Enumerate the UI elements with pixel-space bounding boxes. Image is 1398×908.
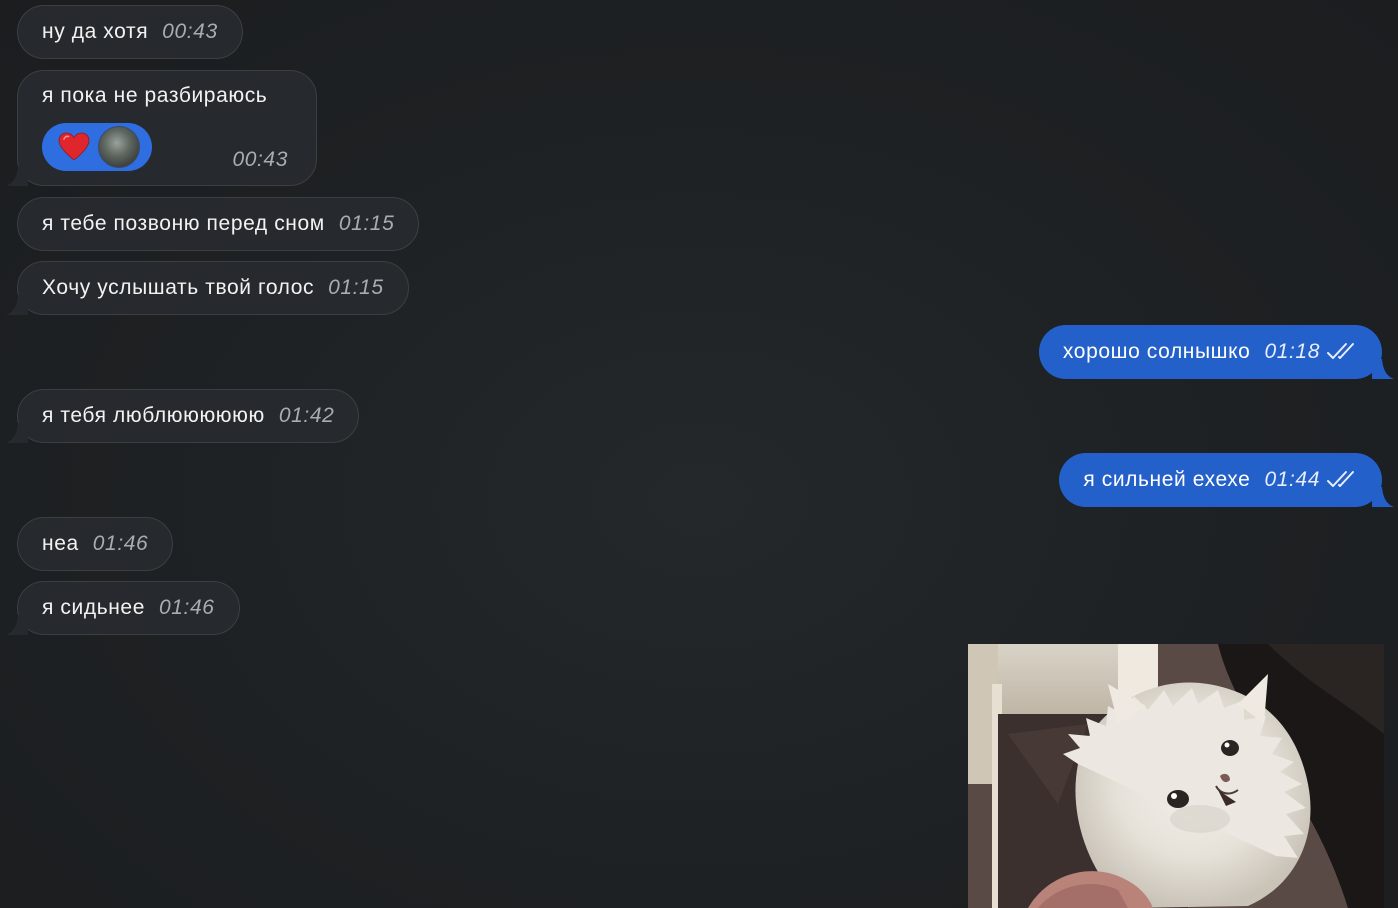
message-time: 01:15 <box>338 212 395 235</box>
kitten-photo <box>968 644 1384 908</box>
message-text: я тебя люблюююююю <box>42 404 265 427</box>
message-text: я пока не разбираюсь <box>42 84 268 107</box>
bubble-tail <box>6 423 28 443</box>
heart-icon <box>58 132 90 161</box>
incoming-message-with-reaction[interactable]: я пока не разбираюсь 00:43 <box>6 70 317 186</box>
message-time: 00:43 <box>232 148 288 171</box>
message-time: 01:44 <box>1264 468 1320 491</box>
incoming-message[interactable]: я сидьнее 01:46 <box>6 581 240 635</box>
message-text: я тебе позвоню перед сном <box>42 212 325 235</box>
outgoing-message[interactable]: я сильней ехехе 01:44 <box>1059 453 1394 507</box>
incoming-message[interactable]: Хочу услышать твой голос 01:15 <box>6 261 409 315</box>
bubble-tail <box>1372 487 1394 507</box>
message-text: я сильней ехехе <box>1083 468 1251 491</box>
read-double-check-icon <box>1327 343 1354 359</box>
message-time: 01:18 <box>1264 340 1320 363</box>
incoming-message[interactable]: я тебе позвоню перед сном 01:15 <box>17 197 420 251</box>
outgoing-message[interactable]: хорошо солнышко 01:18 <box>1038 325 1394 379</box>
reactor-avatar <box>98 126 140 168</box>
reaction-pill[interactable] <box>42 123 152 171</box>
chat-window: ну да хотя 00:43 я пока не разбираюсь 00… <box>0 0 1398 908</box>
bubble-tail <box>6 615 28 635</box>
bubble-tail <box>1372 359 1394 379</box>
photo-message[interactable] <box>968 644 1384 908</box>
message-time: 00:43 <box>162 20 218 43</box>
incoming-message[interactable]: я тебя люблюююююю 01:42 <box>6 389 360 443</box>
message-text: хорошо солнышко <box>1062 340 1251 363</box>
message-time: 01:46 <box>159 596 215 619</box>
message-time: 01:46 <box>92 532 149 555</box>
message-time: 01:42 <box>278 404 335 427</box>
incoming-message[interactable]: неа 01:46 <box>17 517 174 571</box>
message-text: ну да хотя <box>42 20 149 43</box>
message-text: неа <box>42 532 79 555</box>
incoming-message[interactable]: ну да хотя 00:43 <box>17 5 243 59</box>
bubble-tail <box>6 166 28 186</box>
message-time: 01:15 <box>328 276 384 299</box>
message-text: Хочу услышать твой голос <box>42 276 315 299</box>
message-text: я сидьнее <box>42 596 145 619</box>
read-double-check-icon <box>1327 471 1354 487</box>
bubble-tail <box>6 295 28 315</box>
